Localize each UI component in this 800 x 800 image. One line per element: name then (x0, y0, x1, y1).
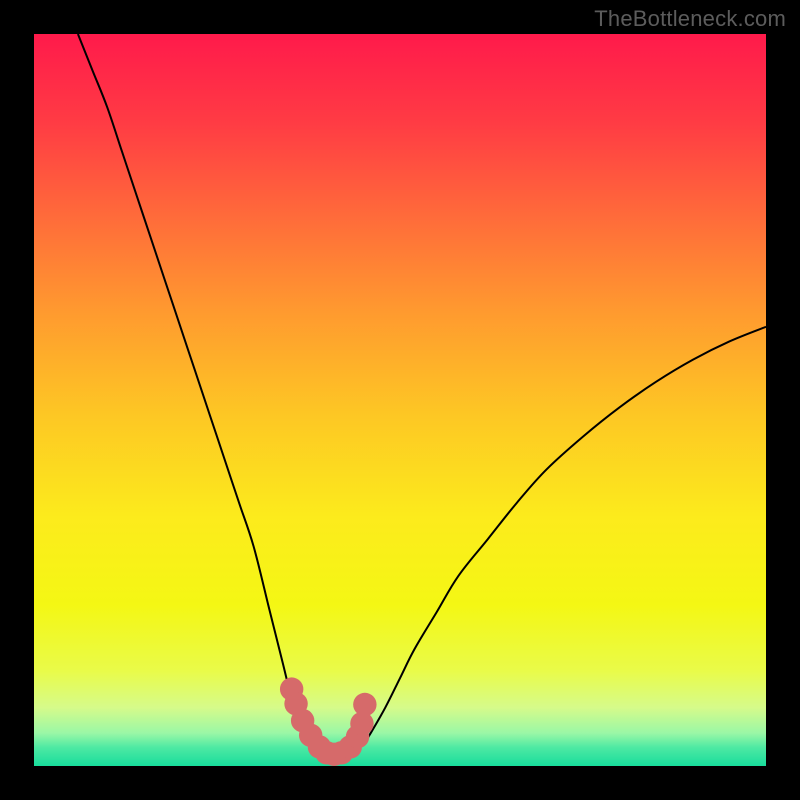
watermark-label: TheBottleneck.com (594, 6, 786, 32)
chart-frame: TheBottleneck.com (0, 0, 800, 800)
bottleneck-curve (34, 34, 766, 766)
marker-group (280, 677, 377, 766)
plot-area (34, 34, 766, 766)
curve-marker (353, 693, 376, 716)
